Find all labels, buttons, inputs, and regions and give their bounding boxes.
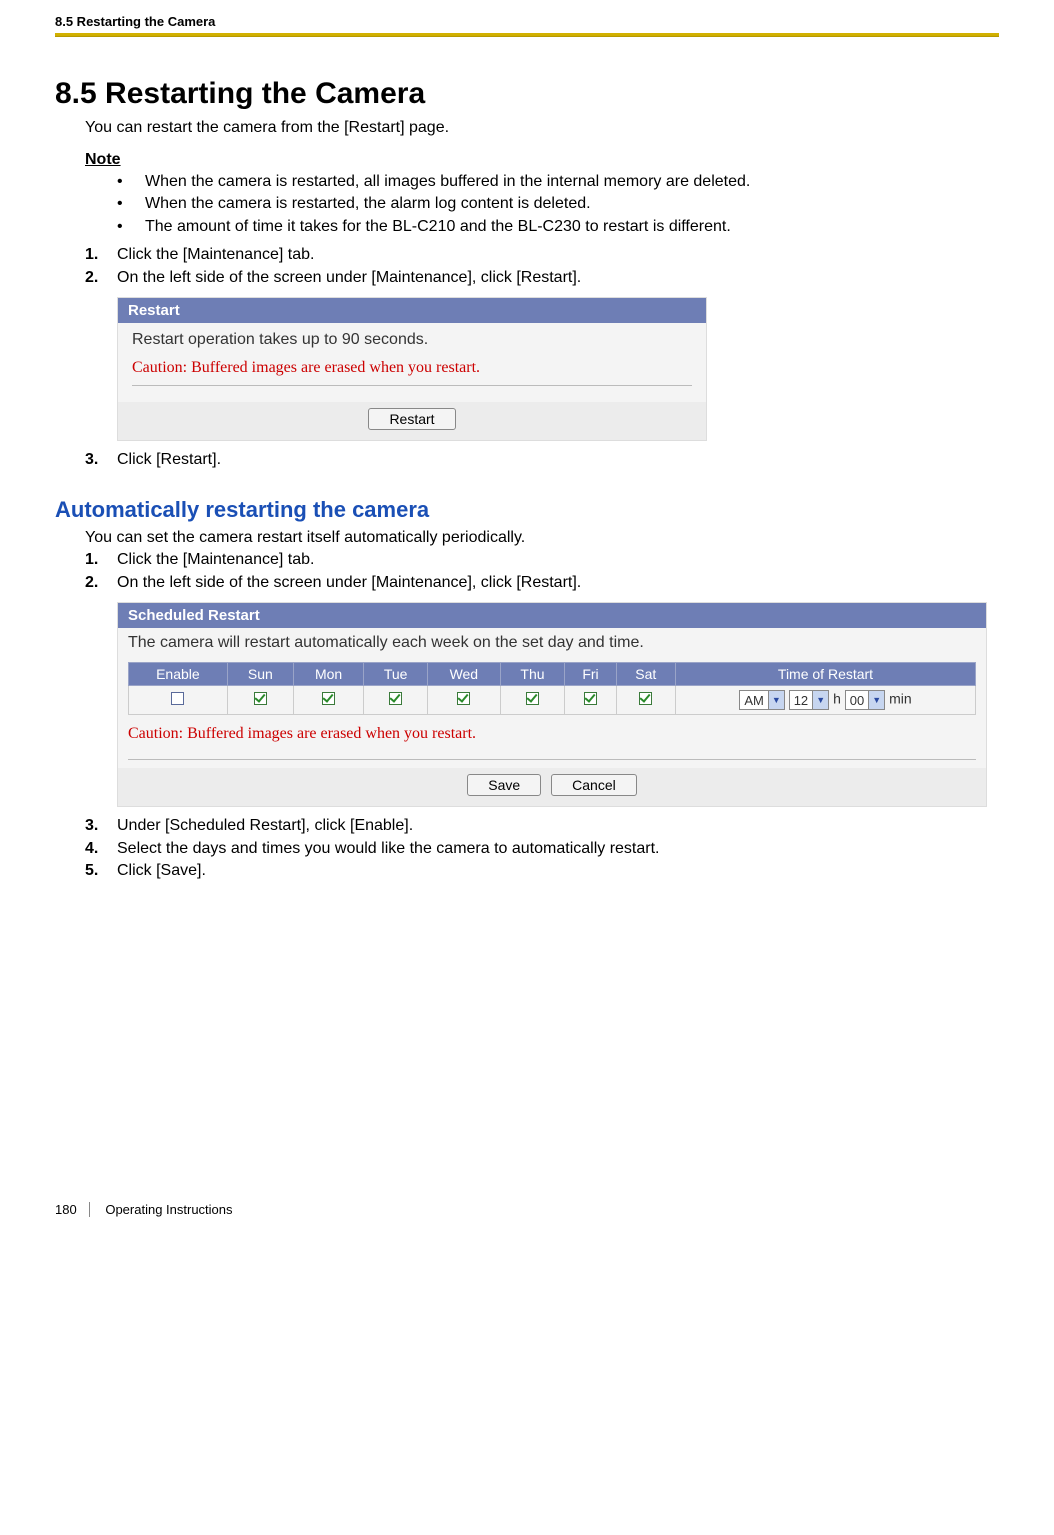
restart-panel-screenshot: Restart Restart operation takes up to 90… [117, 297, 707, 441]
restart-panel-message: Restart operation takes up to 90 seconds… [132, 331, 692, 349]
col-wed: Wed [428, 663, 501, 686]
step-number: 5. [85, 860, 98, 882]
steps-list-1: 1. Click the [Maintenance] tab. 2. On th… [85, 244, 989, 289]
note-list: When the camera is restarted, all images… [85, 171, 989, 238]
step-item: 2. On the left side of the screen under … [85, 572, 989, 594]
tue-checkbox[interactable] [389, 692, 402, 705]
hour-select[interactable]: 12 ▼ [789, 690, 829, 710]
save-button[interactable]: Save [467, 774, 541, 796]
cancel-button[interactable]: Cancel [551, 774, 637, 796]
restart-button-row: Restart [118, 402, 706, 440]
note-item: When the camera is restarted, the alarm … [117, 193, 989, 215]
col-sat: Sat [616, 663, 675, 686]
page-footer: 180 Operating Instructions [55, 1202, 999, 1247]
sun-checkbox[interactable] [254, 692, 267, 705]
step-text: Click the [Maintenance] tab. [117, 246, 314, 263]
step-number: 1. [85, 244, 98, 266]
step-number: 3. [85, 449, 98, 471]
col-sun: Sun [227, 663, 293, 686]
step-item: 1. Click the [Maintenance] tab. [85, 244, 989, 266]
steps-list-2b: 3. Under [Scheduled Restart], click [Ena… [85, 815, 989, 882]
footer-doc-title: Operating Instructions [105, 1202, 232, 1217]
col-enable: Enable [129, 663, 228, 686]
minute-select[interactable]: 00 ▼ [845, 690, 885, 710]
scheduled-restart-caution: Caution: Buffered images are erased when… [128, 721, 976, 751]
note-item: The amount of time it takes for the BL-C… [117, 216, 989, 238]
header-divider [55, 33, 999, 37]
enable-checkbox[interactable] [171, 692, 184, 705]
step-text: Click [Restart]. [117, 451, 221, 468]
divider [128, 759, 976, 760]
time-of-restart-cell: AM ▼ 12 ▼ h 00 ▼ min [676, 686, 976, 715]
step-number: 3. [85, 815, 98, 837]
step-text: On the left side of the screen under [Ma… [117, 574, 581, 591]
note-label: Note [85, 151, 989, 169]
section-title: 8.5 Restarting the Camera [55, 77, 999, 111]
steps-list-1b: 3. Click [Restart]. [85, 449, 989, 471]
restart-button[interactable]: Restart [368, 408, 455, 430]
minute-label: min [889, 691, 912, 707]
col-fri: Fri [565, 663, 616, 686]
ampm-value: AM [744, 693, 764, 708]
page-number: 180 [55, 1202, 90, 1217]
intro-text: You can restart the camera from the [Res… [85, 119, 989, 137]
col-thu: Thu [500, 663, 565, 686]
step-text: Select the days and times you would like… [117, 840, 659, 857]
step-text: Click the [Maintenance] tab. [117, 551, 314, 568]
ampm-select[interactable]: AM ▼ [739, 690, 785, 710]
hour-value: 12 [794, 693, 808, 708]
col-tue: Tue [364, 663, 428, 686]
chevron-down-icon: ▼ [812, 691, 828, 709]
restart-panel-title: Restart [118, 298, 706, 323]
fri-checkbox[interactable] [584, 692, 597, 705]
col-time-of-restart: Time of Restart [676, 663, 976, 686]
step-number: 2. [85, 572, 98, 594]
step-item: 3. Click [Restart]. [85, 449, 989, 471]
step-item: 3. Under [Scheduled Restart], click [Ena… [85, 815, 989, 837]
subsection-title: Automatically restarting the camera [55, 497, 999, 523]
steps-list-2: 1. Click the [Maintenance] tab. 2. On th… [85, 549, 989, 594]
step-item: 1. Click the [Maintenance] tab. [85, 549, 989, 571]
running-header: 8.5 Restarting the Camera [55, 0, 999, 33]
sched-button-row: Save Cancel [118, 768, 986, 806]
wed-checkbox[interactable] [457, 692, 470, 705]
col-mon: Mon [293, 663, 363, 686]
minute-value: 00 [850, 693, 864, 708]
step-number: 1. [85, 549, 98, 571]
step-number: 4. [85, 838, 98, 860]
step-item: 5. Click [Save]. [85, 860, 989, 882]
scheduled-restart-table: Enable Sun Mon Tue Wed Thu Fri Sat Time … [128, 662, 976, 715]
step-text: On the left side of the screen under [Ma… [117, 269, 581, 286]
chevron-down-icon: ▼ [868, 691, 884, 709]
hour-label: h [833, 691, 841, 707]
step-item: 2. On the left side of the screen under … [85, 267, 989, 289]
scheduled-restart-title: Scheduled Restart [118, 603, 986, 628]
scheduled-restart-description: The camera will restart automatically ea… [118, 628, 986, 658]
sat-checkbox[interactable] [639, 692, 652, 705]
mon-checkbox[interactable] [322, 692, 335, 705]
step-number: 2. [85, 267, 98, 289]
note-item: When the camera is restarted, all images… [117, 171, 989, 193]
step-text: Click [Save]. [117, 862, 206, 879]
intro-text-2: You can set the camera restart itself au… [85, 529, 989, 547]
step-text: Under [Scheduled Restart], click [Enable… [117, 817, 413, 834]
chevron-down-icon: ▼ [768, 691, 784, 709]
restart-panel-caution: Caution: Buffered images are erased when… [132, 359, 692, 377]
step-item: 4. Select the days and times you would l… [85, 838, 989, 860]
scheduled-restart-screenshot: Scheduled Restart The camera will restar… [117, 602, 987, 807]
thu-checkbox[interactable] [526, 692, 539, 705]
divider [132, 385, 692, 386]
